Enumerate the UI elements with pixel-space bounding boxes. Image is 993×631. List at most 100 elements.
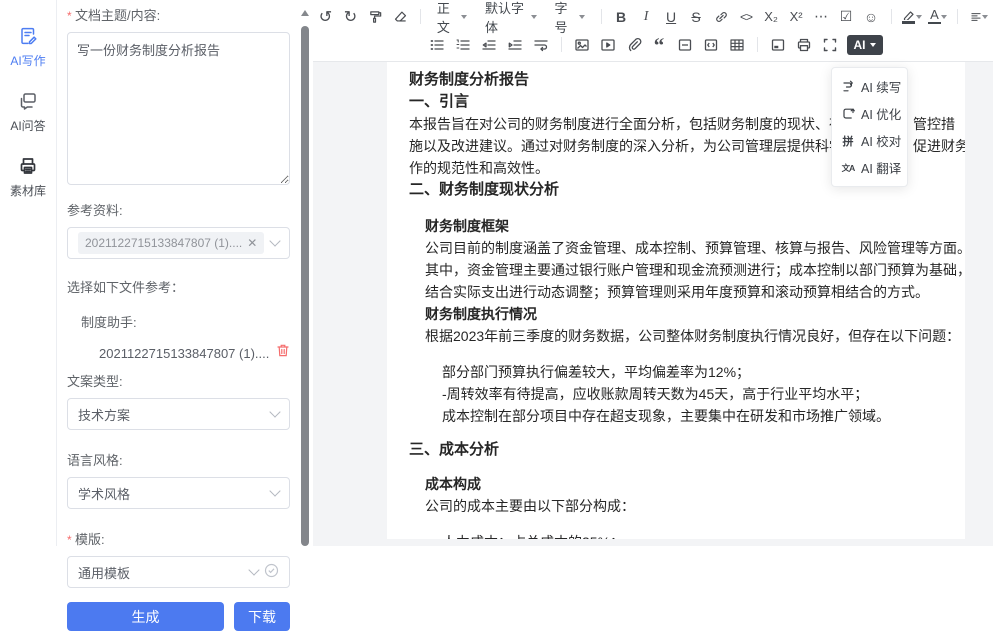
insert-table-button[interactable] — [726, 33, 748, 57]
menu-item-label: AI 优化 — [861, 104, 901, 123]
ai-tools-button[interactable]: AI — [847, 35, 883, 55]
reference-tag-text: 2021122715133847807 (1).... — [85, 236, 242, 250]
outdent-button[interactable] — [478, 33, 500, 57]
menu-item-label: AI 校对 — [861, 131, 901, 150]
optimize-icon — [841, 107, 855, 121]
font-size-select[interactable]: 字号 — [548, 5, 592, 29]
chevron-down-icon — [870, 43, 876, 50]
task-list-button[interactable]: ☑ — [836, 5, 857, 29]
copy-type-label: 文案类型: — [67, 371, 290, 390]
bold-button[interactable]: B — [611, 5, 632, 29]
file-select-label: 选择如下文件参考： — [67, 277, 290, 296]
format-painter-button[interactable] — [365, 5, 386, 29]
reference-label: 参考资料: — [67, 200, 290, 219]
menu-item-ai-translate[interactable]: 文A AI 翻译 — [832, 154, 907, 181]
chevron-down-icon — [531, 15, 537, 22]
menu-item-ai-proofread[interactable]: 拼 AI 校对 — [832, 127, 907, 154]
insert-video-button[interactable] — [597, 33, 619, 57]
delete-file-icon[interactable] — [276, 343, 290, 363]
proofread-icon: 拼 — [841, 134, 855, 148]
sidebar-item-ai-writing[interactable]: AI写作 — [0, 26, 56, 69]
language-style-value: 学术风格 — [78, 484, 271, 503]
scrollbar-thumb[interactable] — [301, 26, 309, 546]
redo-button[interactable]: ↻ — [340, 5, 361, 29]
link-button[interactable] — [711, 5, 732, 29]
superscript-button[interactable]: X² — [786, 5, 807, 29]
doc-paragraph-line: 公司的成本主要由以下部分构成： — [425, 495, 961, 517]
continue-writing-icon — [841, 80, 855, 94]
menu-item-label: AI 翻译 — [861, 158, 901, 177]
generate-button[interactable]: 生成 — [67, 602, 224, 631]
underline-button[interactable]: U — [661, 5, 682, 29]
divider-button[interactable] — [674, 33, 696, 57]
sidebar-item-material-library[interactable]: 素材库 — [0, 156, 56, 199]
italic-button[interactable]: I — [636, 5, 657, 29]
language-style-label: 语言风格: — [67, 450, 290, 469]
indent-button[interactable] — [504, 33, 526, 57]
template-select[interactable]: 通用模板 — [67, 556, 290, 588]
scroll-up-arrow-icon[interactable] — [301, 6, 309, 16]
doc-paragraph-line: 其中，资金管理主要通过银行账户管理和现金流预测进行；成本控制以部门预算为基础， — [425, 259, 961, 281]
chevron-down-icon — [916, 15, 922, 22]
doc-subheading: 财务制度执行情况 — [425, 303, 961, 325]
doc-list-item: 人力成本：占总成本的35%； — [442, 531, 961, 539]
eraser-button[interactable] — [390, 5, 411, 29]
menu-item-label: AI 续写 — [861, 77, 901, 96]
remove-tag-icon[interactable]: ✕ — [247, 237, 257, 249]
horizontal-rule-button[interactable]: ⋯ — [811, 5, 832, 29]
topic-input[interactable]: 写一份财务制度分析报告 — [67, 32, 290, 185]
attachment-button[interactable] — [623, 33, 645, 57]
chevron-down-icon — [461, 15, 467, 22]
align-button[interactable] — [967, 5, 991, 29]
reference-tag-chip: 2021122715133847807 (1).... ✕ — [78, 232, 264, 254]
chevron-down-icon — [982, 15, 988, 22]
emoji-button[interactable]: ☺ — [861, 5, 882, 29]
ai-writing-icon — [0, 26, 56, 51]
copy-type-value: 技术方案 — [78, 405, 271, 424]
topic-label: 文档主题/内容: — [67, 5, 290, 24]
language-style-select[interactable]: 学术风格 — [67, 477, 290, 509]
material-library-icon — [0, 156, 56, 181]
blockquote-button[interactable]: “ — [649, 33, 670, 57]
doc-heading-cost: 三、成本分析 — [409, 439, 961, 461]
code-block-button[interactable] — [700, 33, 722, 57]
chevron-down-icon — [269, 485, 280, 496]
highlight-color-button[interactable] — [900, 5, 922, 29]
fullscreen-button[interactable] — [819, 33, 841, 57]
undo-button[interactable]: ↺ — [315, 5, 336, 29]
template-label: 模版: — [67, 529, 290, 548]
chevron-down-icon — [269, 406, 280, 417]
file-row: 2021122715133847807 (1).... — [99, 343, 290, 363]
paragraph-style-select[interactable]: 正文 — [430, 5, 474, 29]
editor-toolbar: ↺ ↻ 正文 默认字体 — [313, 0, 993, 62]
reference-select[interactable]: 2021122715133847807 (1).... ✕ — [67, 227, 290, 259]
insert-image-button[interactable] — [571, 33, 593, 57]
sidebar-item-ai-qa[interactable]: AI问答 — [0, 91, 56, 134]
ordered-list-button[interactable] — [452, 33, 474, 57]
chevron-down-icon — [941, 15, 947, 22]
bullet-list-button[interactable] — [426, 33, 448, 57]
menu-item-ai-continue[interactable]: AI 续写 — [832, 73, 907, 100]
font-color-button[interactable]: A — [927, 5, 949, 29]
doc-paragraph-line: 根据2023年前三季度的财务数据，公司整体财务制度执行情况良好，但存在以下问题： — [425, 325, 961, 347]
highlighter-icon — [902, 9, 916, 20]
text-wrap-button[interactable] — [530, 33, 552, 57]
doc-list-item: -周转效率有待提高，应收账款周转天数为45天，高于行业平均水平； — [442, 383, 961, 405]
download-button[interactable]: 下载 — [234, 602, 290, 631]
chevron-down-icon — [248, 564, 259, 575]
doc-paragraph-line: 结合实际支出进行动态调整；预算管理则采用年度预算和滚动预算相结合的方式。 — [425, 281, 961, 303]
file-name: 2021122715133847807 (1).... — [99, 346, 276, 361]
sidebar-item-label: AI问答 — [0, 117, 56, 134]
page-break-button[interactable] — [767, 33, 789, 57]
doc-paragraph-line: 公司目前的制度涵盖了资金管理、成本控制、预算管理、核算与报告、风险管理等方面。 — [425, 237, 961, 259]
font-family-select[interactable]: 默认字体 — [478, 5, 543, 29]
print-button[interactable] — [793, 33, 815, 57]
inline-code-button[interactable]: <> — [736, 5, 757, 29]
sidebar-item-label: 素材库 — [0, 182, 56, 199]
subscript-button[interactable]: X₂ — [761, 5, 782, 29]
strikethrough-button[interactable]: S — [686, 5, 707, 29]
doc-subheading: 成本构成 — [425, 473, 961, 495]
doc-list-item: 部分部门预算执行偏差较大，平均偏差率为12%； — [442, 361, 961, 383]
copy-type-select[interactable]: 技术方案 — [67, 398, 290, 430]
menu-item-ai-optimize[interactable]: AI 优化 — [832, 100, 907, 127]
